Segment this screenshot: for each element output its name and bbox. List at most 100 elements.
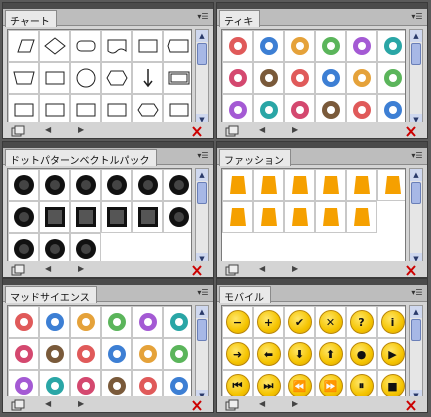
swatch-pentagon-doc[interactable]: [163, 30, 191, 62]
swatch-heels[interactable]: [284, 169, 315, 201]
swatch-square[interactable]: [101, 201, 132, 233]
next-library-button[interactable]: ▶: [292, 399, 298, 408]
swatch-chip[interactable]: [163, 306, 191, 338]
delete-icon[interactable]: [405, 123, 417, 137]
swatch-dress[interactable]: [253, 169, 284, 201]
swatch-circle[interactable]: [70, 62, 101, 94]
swatch-woman-blue[interactable]: [377, 30, 405, 62]
swatch-car[interactable]: [222, 30, 253, 62]
swatch-rectangle[interactable]: [39, 62, 70, 94]
swatch-▶[interactable]: ▶: [377, 338, 405, 370]
swatch-magnifier[interactable]: [70, 338, 101, 370]
vertical-scrollbar[interactable]: ▲▼: [195, 305, 209, 403]
swatch-skirt[interactable]: [315, 201, 346, 233]
swatch-boot[interactable]: [346, 169, 377, 201]
swatch-square[interactable]: [132, 201, 163, 233]
swatch-✕[interactable]: ✕: [315, 306, 346, 338]
vertical-scrollbar[interactable]: ▲▼: [409, 168, 423, 266]
swatch-➜[interactable]: ➜: [222, 338, 253, 370]
scroll-up-button[interactable]: ▲: [196, 169, 208, 181]
previous-library-button[interactable]: ◀: [259, 399, 265, 408]
swatch-molecule[interactable]: [8, 338, 39, 370]
scroll-thumb[interactable]: [197, 319, 207, 341]
vertical-scrollbar[interactable]: ▲▼: [195, 168, 209, 266]
swatch-square[interactable]: [39, 201, 70, 233]
swatch-tiki-mask[interactable]: [315, 62, 346, 94]
swatch-tiki-lady[interactable]: [222, 62, 253, 94]
next-library-button[interactable]: ▶: [78, 399, 84, 408]
swatch-splat[interactable]: [8, 169, 39, 201]
swatch-microscope[interactable]: [101, 338, 132, 370]
panel-tab-mobile[interactable]: モバイル: [219, 286, 271, 304]
panel-menu-button[interactable]: ▾☰: [196, 151, 210, 162]
panel-menu-button[interactable]: ▾☰: [410, 12, 424, 23]
swatch-splat[interactable]: [101, 169, 132, 201]
swatch-cocktail-set[interactable]: [346, 30, 377, 62]
panel-tab-chart[interactable]: チャート: [5, 10, 57, 28]
library-menu-icon[interactable]: [11, 397, 25, 411]
panel-menu-button[interactable]: ▾☰: [196, 288, 210, 299]
previous-library-button[interactable]: ◀: [45, 264, 51, 273]
swatch-−[interactable]: −: [222, 306, 253, 338]
swatch-helix[interactable]: [132, 338, 163, 370]
swatch-rounded-rect[interactable]: [70, 30, 101, 62]
swatch-⬅[interactable]: ⬅: [253, 338, 284, 370]
swatch-●[interactable]: ●: [346, 338, 377, 370]
swatch-atom[interactable]: [8, 306, 39, 338]
swatch-+[interactable]: +: [253, 306, 284, 338]
swatch-gear[interactable]: [132, 306, 163, 338]
swatch-bird[interactable]: [253, 30, 284, 62]
next-library-button[interactable]: ▶: [292, 264, 298, 273]
swatch-arrow-down[interactable]: [132, 62, 163, 94]
previous-library-button[interactable]: ◀: [259, 264, 265, 273]
delete-icon[interactable]: [191, 397, 203, 411]
vertical-scrollbar[interactable]: ▲▼: [409, 29, 423, 127]
swatch-device[interactable]: [101, 306, 132, 338]
swatch-document[interactable]: [101, 30, 132, 62]
delete-icon[interactable]: [191, 262, 203, 276]
panel-tab-dots[interactable]: ドットパターンベクトルパック: [5, 149, 157, 167]
scroll-thumb[interactable]: [197, 43, 207, 65]
swatch-woman-coat[interactable]: [377, 62, 405, 94]
scroll-up-button[interactable]: ▲: [410, 169, 422, 181]
next-library-button[interactable]: ▶: [78, 125, 84, 134]
swatch-woman-bikini[interactable]: [284, 30, 315, 62]
library-menu-icon[interactable]: [225, 262, 239, 276]
swatch-splat[interactable]: [70, 169, 101, 201]
swatch-hexagon[interactable]: [101, 62, 132, 94]
swatch-atom-orange[interactable]: [39, 306, 70, 338]
panel-menu-button[interactable]: ▾☰: [196, 12, 210, 23]
scroll-up-button[interactable]: ▲: [196, 306, 208, 318]
library-menu-icon[interactable]: [225, 123, 239, 137]
library-menu-icon[interactable]: [225, 397, 239, 411]
swatch-blob[interactable]: [8, 201, 39, 233]
panel-tab-fashion[interactable]: ファッション: [219, 149, 291, 167]
swatch-circle[interactable]: [163, 201, 191, 233]
swatch-atom-purple[interactable]: [70, 306, 101, 338]
library-menu-icon[interactable]: [11, 123, 25, 137]
scroll-thumb[interactable]: [411, 43, 421, 65]
panel-tab-cars[interactable]: ティキ: [219, 10, 261, 28]
swatch-diamond[interactable]: [39, 30, 70, 62]
swatch-parasol[interactable]: [346, 62, 377, 94]
next-library-button[interactable]: ▶: [78, 264, 84, 273]
panel-menu-button[interactable]: ▾☰: [410, 288, 424, 299]
scroll-up-button[interactable]: ▲: [410, 30, 422, 42]
swatch-guitar[interactable]: [284, 62, 315, 94]
swatch-cap[interactable]: [346, 201, 377, 233]
vertical-scrollbar[interactable]: ▲▼: [195, 29, 209, 127]
scroll-thumb[interactable]: [411, 182, 421, 204]
swatch-tank[interactable]: [253, 201, 284, 233]
swatch-?[interactable]: ?: [346, 306, 377, 338]
next-library-button[interactable]: ▶: [292, 125, 298, 134]
delete-icon[interactable]: [191, 123, 203, 137]
scroll-up-button[interactable]: ▲: [410, 306, 422, 318]
swatch-trapezoid[interactable]: [8, 62, 39, 94]
panel-tab-science[interactable]: マッドサイエンス: [5, 286, 97, 304]
swatch-gear-blue[interactable]: [163, 338, 191, 370]
vertical-scrollbar[interactable]: ▲▼: [409, 305, 423, 403]
library-menu-icon[interactable]: [11, 262, 25, 276]
swatch-pants[interactable]: [222, 169, 253, 201]
swatch-flask[interactable]: [39, 338, 70, 370]
swatch-tshirt[interactable]: [377, 169, 405, 201]
